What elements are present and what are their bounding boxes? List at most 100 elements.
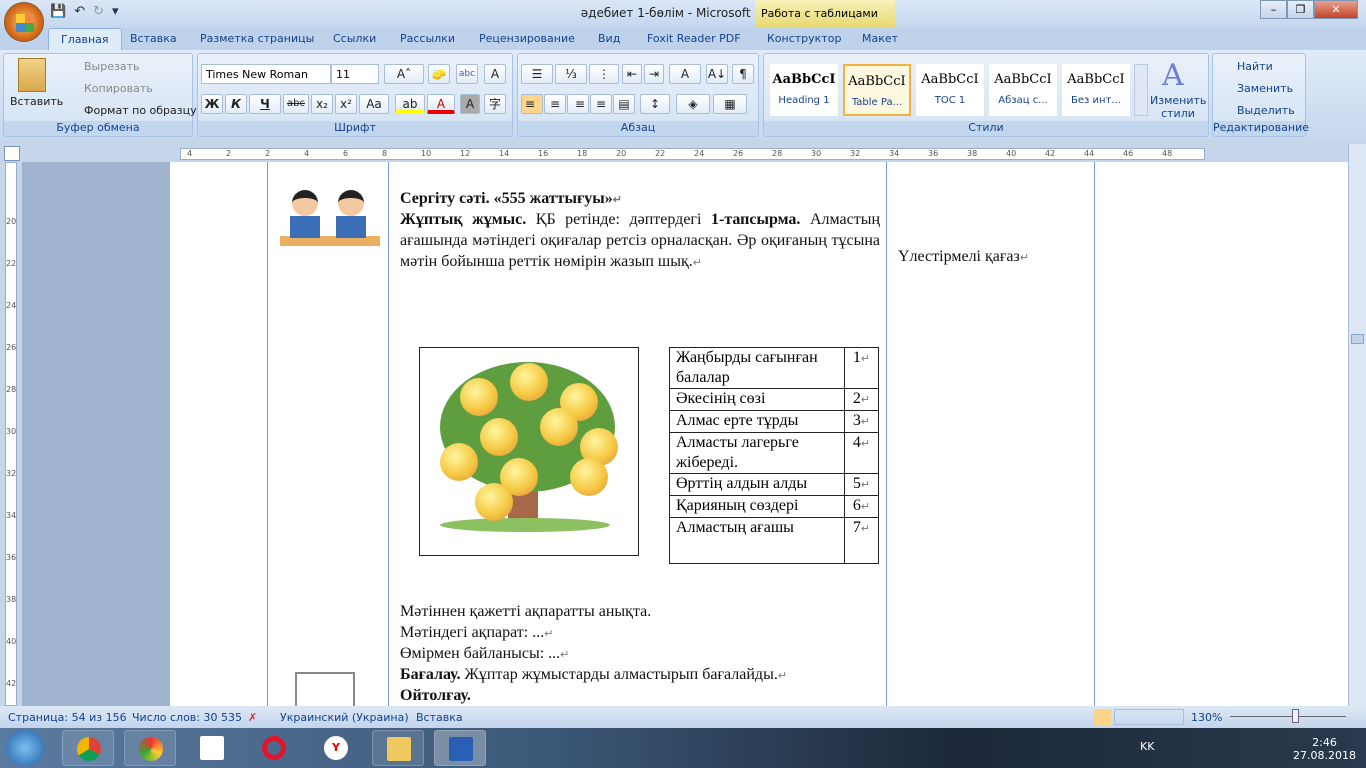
event-cell[interactable]: Жаңбырды сағынған балалар (669, 347, 845, 389)
show-marks-button[interactable]: ¶ (732, 64, 754, 84)
enclose-char-button[interactable]: 字 (484, 94, 506, 114)
document-taskbar-button[interactable] (186, 730, 238, 766)
line-spacing-button[interactable]: ↕ (640, 94, 670, 114)
tab-home[interactable]: Главная (48, 28, 122, 50)
copy-button[interactable]: Копировать (84, 82, 153, 95)
event-cell[interactable]: Алмастың ағашы (669, 517, 845, 564)
tab-review[interactable]: Рецензирование (479, 32, 575, 45)
tab-layout[interactable]: Макет (862, 32, 898, 45)
paste-icon[interactable] (18, 58, 46, 92)
font-name-select[interactable]: Times New Roman (201, 64, 331, 84)
shading-button[interactable]: ◈ (676, 94, 710, 114)
justify-button[interactable]: ≡ (590, 94, 612, 114)
replace-button[interactable]: Заменить (1237, 82, 1293, 95)
subscript-button[interactable]: x₂ (311, 94, 333, 114)
clear-format-button[interactable]: 🧽 (428, 64, 450, 84)
style-list-paragraph[interactable]: AaBbCcI Абзац с... (989, 64, 1057, 116)
tab-page-layout[interactable]: Разметка страницы (200, 32, 314, 45)
yandex-taskbar-button[interactable]: Y (310, 730, 362, 766)
document-page[interactable]: Сергіту сәті. «555 жаттығуы»↵ Жұптық жұм… (170, 162, 1348, 706)
tab-view[interactable]: Вид (598, 32, 620, 45)
order-cell[interactable]: 5↵ (844, 473, 879, 496)
insert-mode[interactable]: Вставка (416, 711, 463, 724)
align-left-button[interactable]: ≡ (521, 94, 543, 114)
page-count[interactable]: Страница: 54 из 156 (8, 711, 127, 724)
office-button[interactable] (4, 2, 44, 42)
order-cell[interactable]: 4↵ (844, 432, 879, 474)
align-right-button[interactable]: ≡ (567, 94, 589, 114)
tab-foxit[interactable]: Foxit Reader PDF (647, 32, 741, 45)
phonetic-button[interactable]: abc (456, 64, 478, 84)
customize-qat-icon[interactable]: ▾ (112, 4, 119, 19)
app-taskbar-button[interactable] (124, 730, 176, 766)
save-icon[interactable]: 💾 (50, 4, 66, 19)
close-button[interactable]: ✕ (1314, 0, 1358, 19)
asian-layout-button[interactable]: A (669, 64, 701, 84)
redo-icon[interactable]: ↻ (93, 4, 104, 19)
char-border-button[interactable]: A (484, 64, 506, 84)
numbering-button[interactable]: ⅓ (555, 64, 587, 84)
tab-selector[interactable] (4, 146, 20, 161)
sort-button[interactable]: A↓ (706, 64, 728, 84)
chrome-taskbar-button[interactable] (62, 730, 114, 766)
order-cell[interactable]: 1↵ (844, 347, 879, 389)
event-cell[interactable]: Алмас ерте тұрды (669, 410, 845, 433)
start-button[interactable] (6, 730, 44, 766)
superscript-button[interactable]: x² (335, 94, 357, 114)
vertical-ruler[interactable]: 20 22 24 26 28 30 32 34 36 38 40 42 (5, 162, 17, 706)
char-shading-button[interactable]: A (460, 94, 480, 114)
word-taskbar-button[interactable] (434, 730, 486, 766)
word-count[interactable]: Число слов: 30 535 (132, 711, 242, 724)
increase-indent-button[interactable]: ⇥ (644, 64, 664, 84)
explorer-taskbar-button[interactable] (372, 730, 424, 766)
find-button[interactable]: Найти (1237, 60, 1273, 73)
clock-date[interactable]: 27.08.2018 (1293, 749, 1356, 762)
maximize-button[interactable]: ❐ (1287, 0, 1314, 19)
style-toc-1[interactable]: AaBbCcI TOC 1 (916, 64, 984, 116)
style-heading-1[interactable]: AaBbCcI Heading 1 (770, 64, 838, 116)
change-case-button[interactable]: Aa (359, 94, 389, 114)
event-cell[interactable]: Алмасты лагерьге жібереді. (669, 432, 845, 474)
cut-button[interactable]: Вырезать (84, 60, 139, 73)
order-cell[interactable]: 6↵ (844, 495, 879, 518)
proofing-icon[interactable]: ✗ (248, 711, 257, 724)
event-cell[interactable]: Әкесінің сөзі (669, 388, 845, 411)
bullets-button[interactable]: ☰ (521, 64, 553, 84)
language[interactable]: Украинский (Украина) (280, 711, 409, 724)
minimize-button[interactable]: – (1260, 0, 1287, 19)
grow-font-button[interactable]: A˄ (384, 64, 424, 84)
tab-insert[interactable]: Вставка (130, 32, 177, 45)
paste-button[interactable]: Вставить (10, 95, 63, 108)
distributed-button[interactable]: ▤ (613, 94, 635, 114)
zoom-slider[interactable] (1230, 716, 1346, 717)
font-color-button[interactable]: A (427, 94, 455, 114)
tab-design[interactable]: Конструктор (767, 32, 841, 45)
font-size-select[interactable]: 11 (331, 64, 379, 84)
clock-time[interactable]: 2:46 (1293, 736, 1356, 749)
vertical-scrollbar[interactable] (1348, 144, 1366, 706)
print-layout-view-icon[interactable] (1093, 709, 1111, 725)
event-cell[interactable]: Қарияның сөздері (669, 495, 845, 518)
event-cell[interactable]: Өрттің алдын алды (669, 473, 845, 496)
opera-taskbar-button[interactable] (248, 730, 300, 766)
order-cell[interactable]: 3↵ (844, 410, 879, 433)
order-cell[interactable]: 7↵ (844, 517, 879, 564)
styles-scroll[interactable] (1134, 64, 1148, 116)
style-table-paragraph[interactable]: AaBbCcI Table Pa... (843, 64, 911, 116)
bold-button[interactable]: Ж (201, 94, 223, 114)
change-styles-button[interactable]: Изменить стили (1150, 94, 1206, 120)
zoom-slider-thumb[interactable] (1292, 709, 1299, 723)
align-center-button[interactable]: ≡ (544, 94, 566, 114)
style-no-spacing[interactable]: AaBbCcI Без инт... (1062, 64, 1130, 116)
format-painter-button[interactable]: Формат по образцу (84, 104, 197, 117)
undo-icon[interactable]: ↶ (74, 4, 85, 19)
view-buttons[interactable] (1114, 709, 1184, 725)
horizontal-ruler[interactable]: 4 2 2 4 6 8 10 12 14 16 18 20 22 24 26 28 30 32 34 36 38 40 42… (180, 148, 1205, 160)
scroll-thumb[interactable] (1351, 334, 1364, 344)
order-cell[interactable]: 2↵ (844, 388, 879, 411)
underline-button[interactable]: Ч (249, 94, 281, 114)
select-button[interactable]: Выделить (1237, 104, 1295, 117)
decrease-indent-button[interactable]: ⇤ (622, 64, 642, 84)
multilevel-list-button[interactable]: ⋮ (589, 64, 619, 84)
zoom-level[interactable]: 130% (1191, 711, 1222, 724)
